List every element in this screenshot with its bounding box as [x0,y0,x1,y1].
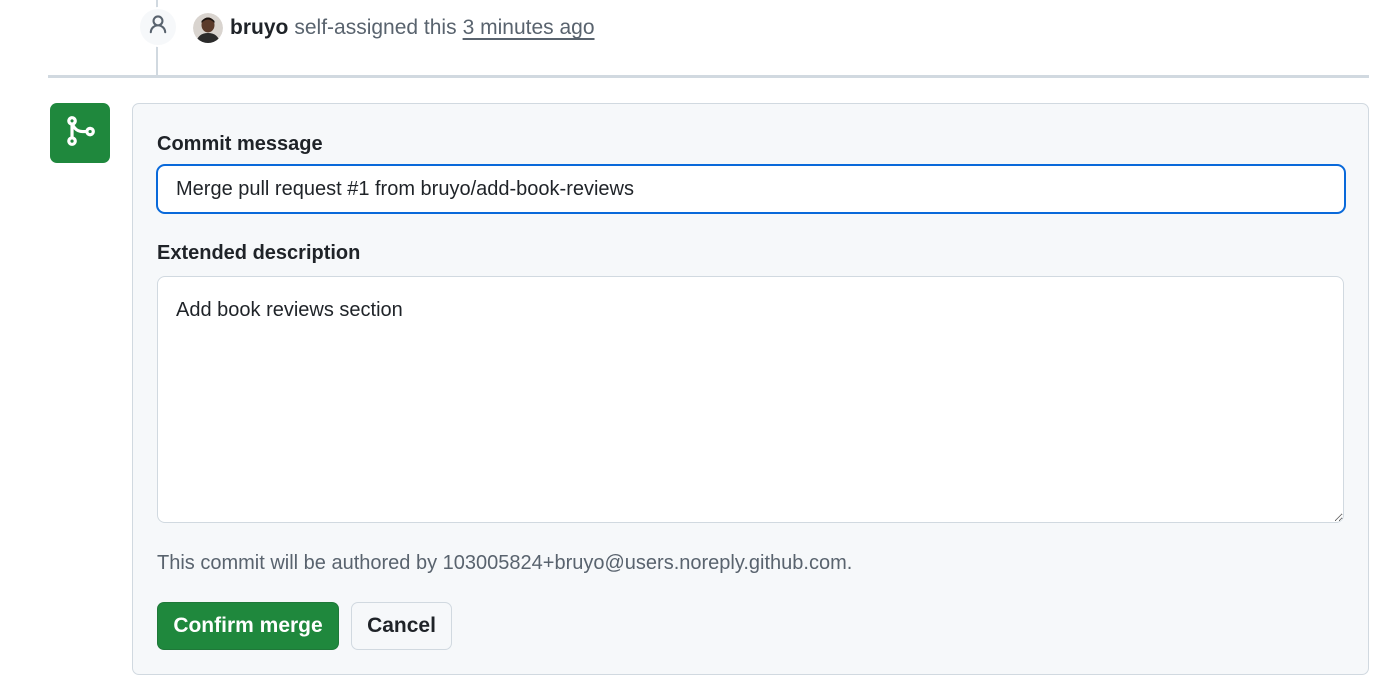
timeline-event-badge [138,7,178,47]
merge-icon-badge [50,103,110,163]
commit-message-input[interactable] [156,164,1346,214]
extended-description-textarea[interactable]: Add book reviews section [157,276,1344,523]
commit-message-label: Commit message [157,133,323,155]
event-author-link[interactable]: bruyo [230,16,288,40]
cancel-button[interactable]: Cancel [351,602,452,650]
commit-author-note: This commit will be authored by 10300582… [157,552,853,574]
extended-description-label: Extended description [157,242,361,264]
event-action-text: self-assigned this [294,16,457,39]
git-merge-icon [63,114,97,153]
person-icon [147,14,169,41]
timeline-divider [48,75,1369,78]
timeline-event: bruyo self-assigned this 3 minutes ago [193,12,595,44]
event-time-link[interactable]: 3 minutes ago [463,16,595,40]
merge-form-panel: Commit message Extended description Add … [132,103,1369,675]
avatar[interactable] [193,13,223,43]
confirm-merge-button[interactable]: Confirm merge [157,602,339,650]
